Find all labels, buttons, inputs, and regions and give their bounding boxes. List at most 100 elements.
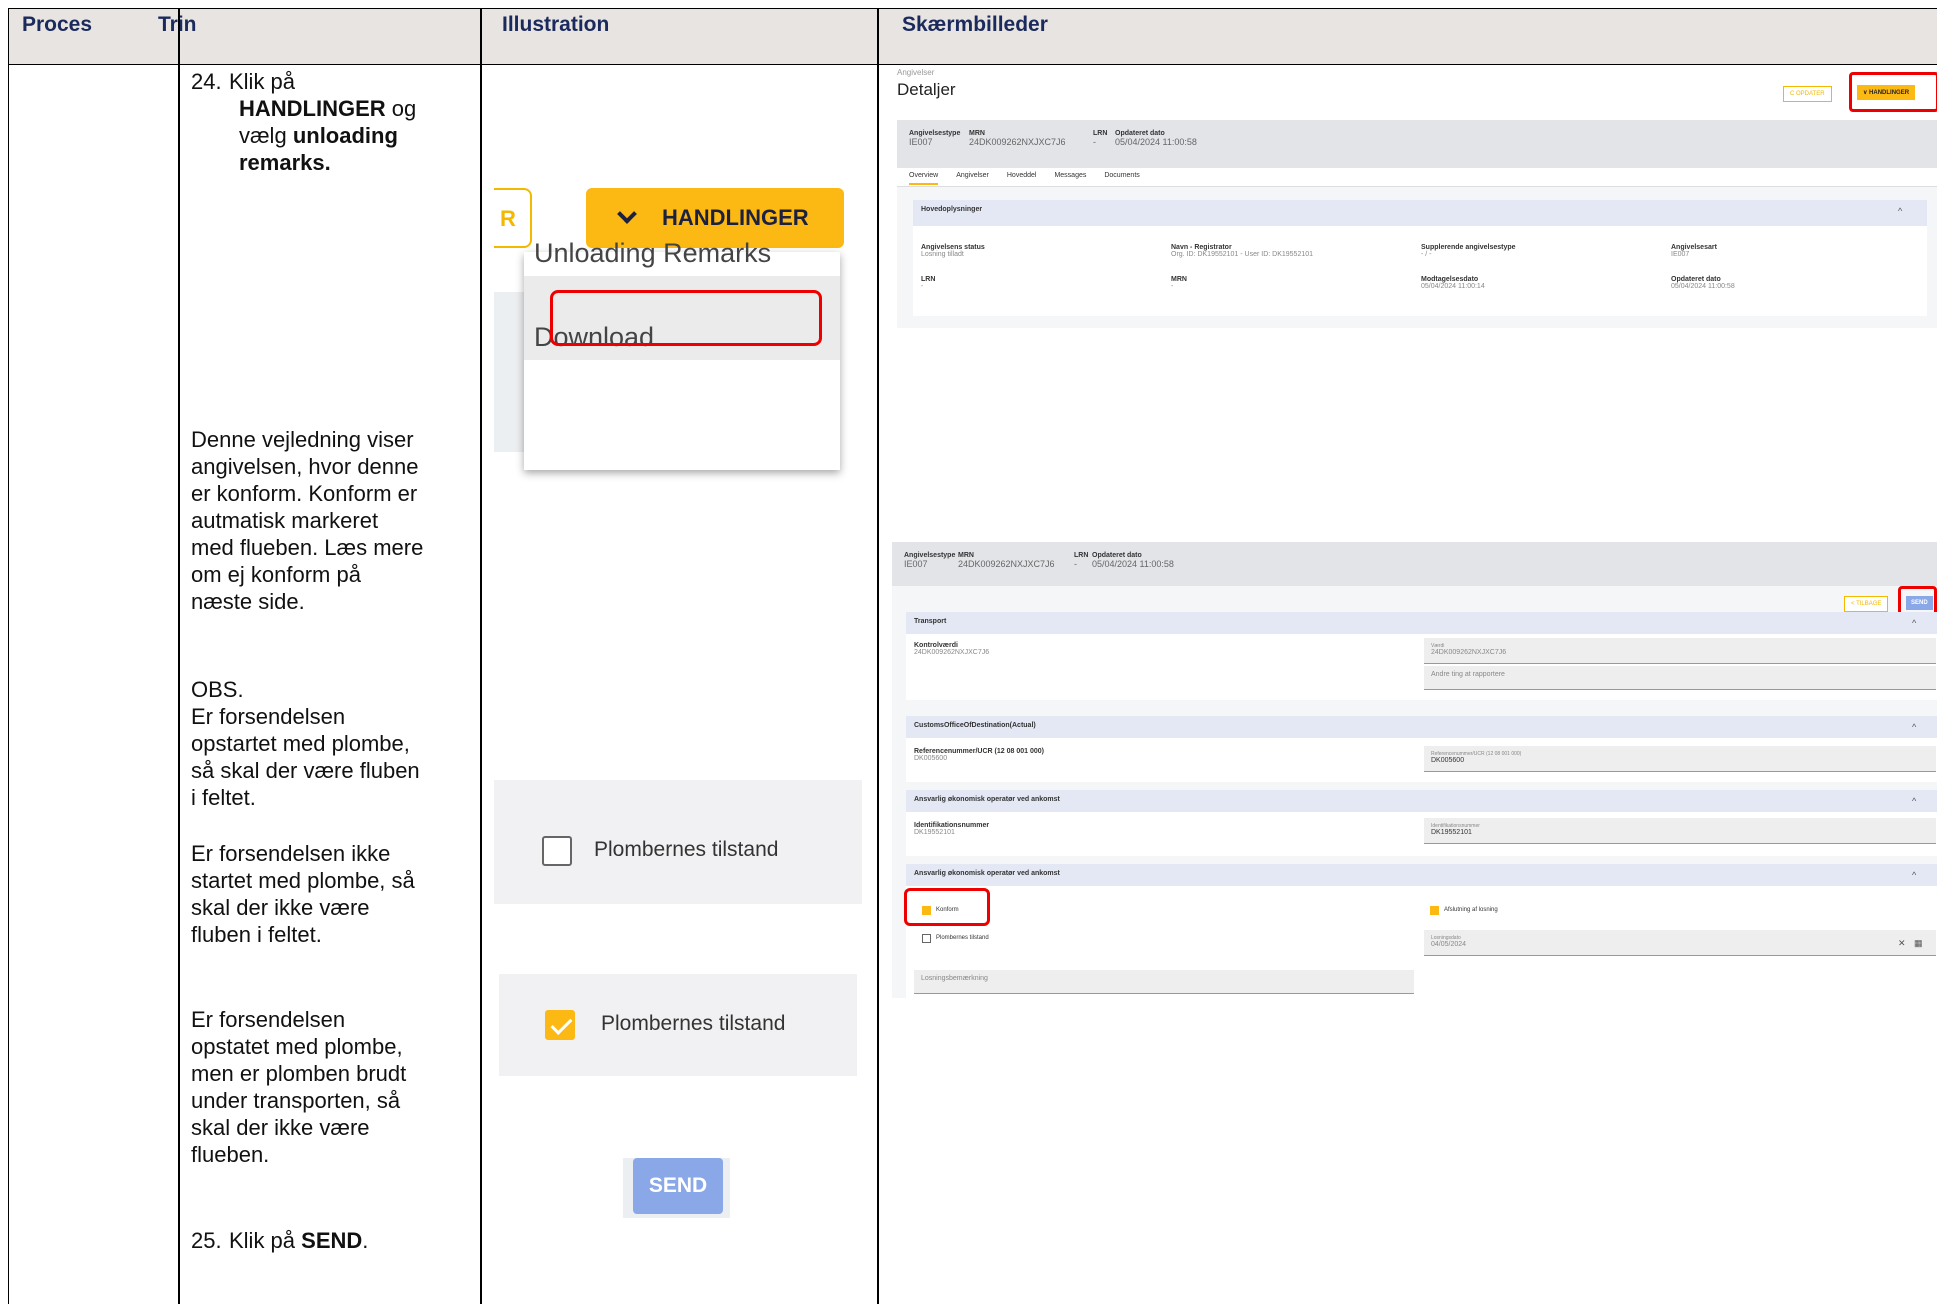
plomber-checkbox[interactable]: [922, 934, 931, 943]
step-24-text: 24. Klik på HANDLINGER og vælg unloading …: [191, 68, 461, 176]
field-value: -: [921, 283, 924, 290]
chevron-up-icon[interactable]: ^: [1912, 722, 1916, 732]
field-label: LRN: [921, 276, 936, 283]
field-label: Supplerende angivelsestype: [1421, 244, 1516, 251]
band-value: 24DK009262NXJXC7J6: [969, 137, 1066, 147]
opdater-button-fragment[interactable]: R: [494, 188, 532, 248]
section-transport[interactable]: Transport: [906, 612, 1937, 634]
band-label: LRN: [1093, 130, 1108, 137]
band-label: Angivelsestype: [904, 552, 956, 559]
menu-item-unloading-remarks-label[interactable]: Unloading Remarks: [534, 238, 771, 269]
field-label: Referencenummer/UCR (12 08 001 000): [914, 748, 1044, 755]
illustration-unchecked-panel: Plombernes tilstand: [494, 780, 862, 904]
section-hovedoplysninger[interactable]: Hovedoplysninger: [913, 200, 1927, 226]
text-line: så skal der være fluben: [191, 758, 420, 783]
text-line: i feltet.: [191, 785, 256, 810]
tab-messages[interactable]: Messages: [1054, 172, 1086, 185]
step-number: 24.: [191, 69, 222, 94]
chevron-up-icon[interactable]: ^: [1898, 206, 1902, 216]
band-item: Opdateret dato 05/04/2024 11:00:58: [1115, 130, 1197, 147]
text-line: skal der ikke være: [191, 1115, 370, 1140]
section-customs-office[interactable]: CustomsOfficeOfDestination(Actual): [906, 716, 1937, 738]
text-line: autmatisk markeret: [191, 508, 379, 533]
text-line: under transporten, så: [191, 1088, 401, 1113]
field-label: Modtagelsesdato: [1421, 276, 1479, 283]
field: Referencenummer/UCR (12 08 001 000) DK005…: [914, 748, 1044, 762]
plomber-checkbox-checked[interactable]: [545, 1010, 575, 1040]
band-value: IE007: [909, 137, 933, 147]
losningsdato-field[interactable]: Losningsdato 04/05/2024: [1424, 930, 1936, 956]
afslutning-checkbox[interactable]: [1430, 906, 1439, 915]
opdater-button[interactable]: C OPDATER: [1783, 86, 1832, 102]
paragraph-obs: OBS. Er forsendelsen opstartet med plomb…: [191, 676, 461, 811]
tab-documents[interactable]: Documents: [1104, 172, 1139, 185]
field-value: -: [1171, 283, 1174, 290]
field-value: Losning tilladt: [921, 251, 964, 258]
text-line: om ej konform på: [191, 562, 361, 587]
field-label: Navn - Registrator: [1171, 244, 1232, 251]
illustration-send: SEND: [623, 1158, 730, 1218]
text: .: [362, 1228, 369, 1253]
keyword-remarks: remarks.: [239, 150, 331, 175]
band-item: MRN 24DK009262NXJXC7J6: [958, 552, 1055, 569]
plomber-checkbox-unchecked[interactable]: [542, 836, 572, 866]
section-title: Ansvarlig økonomisk operatør ved ankomst: [914, 796, 1060, 803]
band-item: Angivelsestype IE007: [909, 130, 960, 147]
reference-field[interactable]: Referencenummer/UCR (12 08 001 000) DK005…: [1424, 746, 1936, 772]
field-value: DK19552101: [1431, 829, 1472, 836]
field-value: DK005600: [914, 755, 948, 762]
screenshot-details: Angivelser Detaljer C OPDATER ∨ HANDLING…: [897, 68, 1937, 328]
field-value: 05/04/2024 11:00:58: [1671, 283, 1735, 290]
text-line: er konform. Konform er: [191, 481, 418, 506]
chevron-up-icon[interactable]: ^: [1912, 870, 1916, 880]
band-item: Angivelsestype IE007: [904, 552, 955, 569]
field-label: Angivelsesart: [1671, 244, 1717, 251]
send-button[interactable]: SEND: [633, 1158, 723, 1214]
chevron-up-icon[interactable]: ^: [1912, 618, 1916, 628]
field-value: Org. ID: DK19552101 - User ID: DK1955210…: [1171, 251, 1314, 258]
band-item: MRN 24DK009262NXJXC7J6: [969, 130, 1066, 147]
vaerdi-field[interactable]: Værdi 24DK009262NXJXC7J6: [1424, 638, 1936, 664]
field-value: DK19552101: [914, 829, 955, 836]
tilbage-button[interactable]: < TILBAGE: [1844, 596, 1889, 612]
text-line: angivelsen, hvor denne: [191, 454, 419, 479]
header-trin: Trin: [145, 9, 389, 65]
text-line: startet med plombe, så: [191, 868, 415, 893]
calendar-icon[interactable]: ▦: [1914, 938, 1923, 949]
losningsbemaerkning-input[interactable]: Losningsbemærkning: [914, 970, 1414, 994]
section-title: Ansvarlig økonomisk operatør ved ankomst: [914, 870, 1060, 877]
breadcrumb[interactable]: Angivelser: [897, 68, 934, 77]
text-line: fluben i feltet.: [191, 922, 322, 947]
text-line: Er forsendelsen: [191, 704, 346, 729]
text-line: men er plomben brudt: [191, 1061, 407, 1086]
band-label: MRN: [958, 552, 974, 559]
field: Angivelsens status Losning tilladt: [921, 244, 985, 258]
band-item: LRN -: [1074, 552, 1088, 569]
highlight-box: [550, 290, 822, 346]
band-label: Opdateret dato: [1115, 130, 1165, 137]
text: og: [391, 96, 417, 121]
plomber-label: Plombernes tilstand: [594, 838, 779, 861]
section-body: [913, 226, 1927, 316]
field-label: Identifikationsnummer: [914, 822, 990, 829]
tab-overview[interactable]: Overview: [909, 172, 939, 185]
andre-ting-input[interactable]: Andre ting at rapportere: [1424, 666, 1936, 690]
paragraph-broken-seal: Er forsendelsen opstatet med plombe, men…: [191, 1006, 461, 1168]
handlinger-label: HANDLINGER: [662, 205, 809, 230]
band-label: LRN: [1074, 552, 1089, 559]
field-value: DK005600: [1431, 757, 1465, 764]
field: Opdateret dato 05/04/2024 11:00:58: [1671, 276, 1735, 290]
section-operator[interactable]: Ansvarlig økonomisk operatør ved ankomst: [906, 790, 1937, 812]
section-unloading[interactable]: Ansvarlig økonomisk operatør ved ankomst: [906, 864, 1937, 886]
tab-hoveddel[interactable]: Hoveddel: [1007, 172, 1037, 185]
chevron-down-icon: [617, 204, 637, 224]
paragraph-no-seal: Er forsendelsen ikke startet med plombe,…: [191, 840, 461, 948]
identification-field[interactable]: Identifikationsnummer DK19552101: [1424, 818, 1936, 844]
band-value: 24DK009262NXJXC7J6: [958, 559, 1055, 569]
clear-icon[interactable]: ✕: [1898, 938, 1906, 949]
field-label: Opdateret dato: [1671, 276, 1721, 283]
field: LRN -: [921, 276, 935, 290]
chevron-up-icon[interactable]: ^: [1912, 796, 1916, 806]
illustration-handlinger-menu: R HANDLINGER Unloading Remarks Download: [494, 188, 854, 478]
tab-angivelser[interactable]: Angivelser: [956, 172, 989, 185]
